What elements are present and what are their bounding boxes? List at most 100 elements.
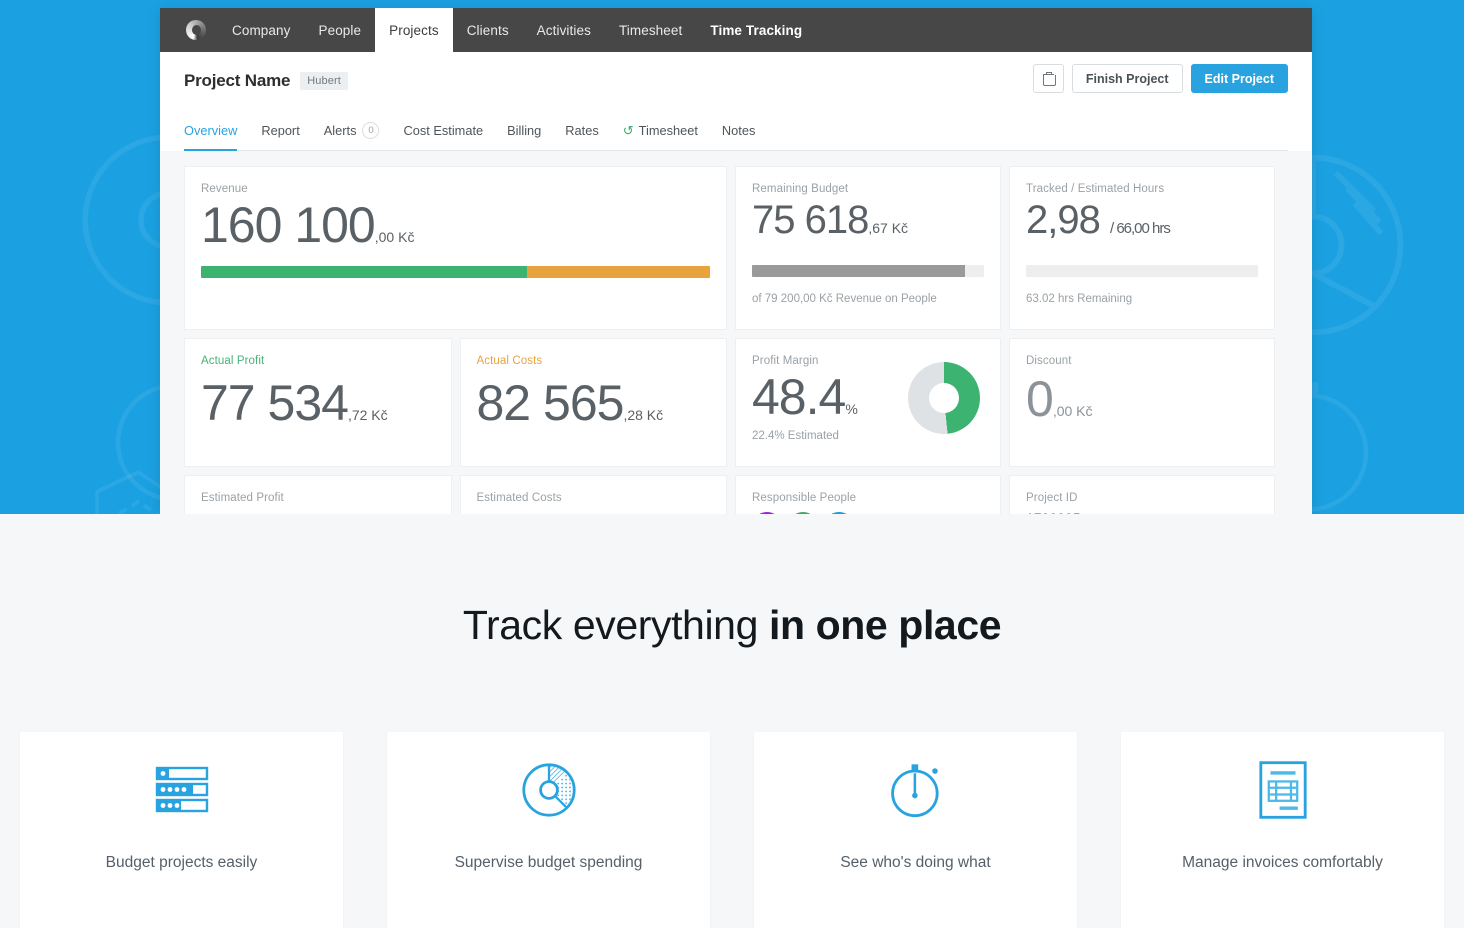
feature-label: Supervise budget spending bbox=[454, 854, 643, 871]
company-logo-icon bbox=[186, 20, 206, 40]
nav-item-clients[interactable]: Clients bbox=[453, 8, 523, 52]
card-remaining-budget: Remaining Budget 75 618,67 Kč of 79 200,… bbox=[735, 166, 1001, 330]
top-navigation: Company People Projects Clients Activiti… bbox=[160, 8, 1312, 52]
hours-progress-bar bbox=[1026, 265, 1258, 277]
card-responsible-people-label: Responsible People bbox=[752, 492, 857, 504]
discount-amount: 0 bbox=[1026, 371, 1054, 427]
feature-label: Manage invoices comfortably bbox=[1182, 854, 1383, 871]
card-remaining-budget-label: Remaining Budget bbox=[752, 183, 849, 195]
nav-item-company[interactable]: Company bbox=[218, 8, 304, 52]
nav-item-timesheet[interactable]: Timesheet bbox=[605, 8, 696, 52]
actual-costs-amount: 82 565 bbox=[476, 375, 625, 431]
revenue-bar-orange bbox=[526, 265, 710, 278]
project-tabs: Overview Report Alerts 0 Cost Estimate B… bbox=[184, 110, 1288, 151]
tab-alerts-label: Alerts bbox=[323, 122, 357, 138]
feature-card-who[interactable]: See who's doing what bbox=[754, 732, 1077, 929]
feature-card-invoices[interactable]: Manage invoices comfortably bbox=[1121, 732, 1444, 929]
tab-report-label: Report bbox=[261, 122, 300, 138]
project-title-row: Project Name Hubert Finish Project Edit … bbox=[184, 52, 1288, 110]
tab-notes[interactable]: Notes bbox=[710, 110, 767, 150]
card-estimated-profit: Estimated Profit 35 900,00 Kč bbox=[184, 475, 452, 514]
card-estimated-costs: Estimated Costs 124 200,00 Kč bbox=[459, 475, 727, 514]
section-heading-bold: in one place bbox=[768, 602, 1002, 648]
hours-estimated: / 66,00 hrs bbox=[1109, 220, 1171, 237]
hours-tracked: 2,98 bbox=[1026, 198, 1101, 242]
trash-icon bbox=[1042, 72, 1056, 86]
section-heading-light: Track everything bbox=[462, 602, 769, 648]
tab-report[interactable]: Report bbox=[249, 110, 311, 150]
card-remaining-budget-value: 75 618,67 Kč bbox=[752, 199, 984, 241]
discount-decimals: ,00 Kč bbox=[1052, 403, 1093, 419]
project-header: Project Name Hubert Finish Project Edit … bbox=[160, 52, 1312, 151]
actual-costs-decimals: ,28 Kč bbox=[623, 407, 664, 423]
feature-card-budget[interactable]: Budget projects easily bbox=[20, 732, 343, 929]
tab-billing[interactable]: Billing bbox=[495, 110, 553, 150]
hero-section: Company People Projects Clients Activiti… bbox=[0, 0, 1464, 514]
card-estimated-costs-label: Estimated Costs bbox=[476, 492, 562, 504]
revenue-amount: 160 100 bbox=[201, 197, 376, 253]
nav-item-activities[interactable]: Activities bbox=[523, 8, 605, 52]
budget-decimals: ,67 Kč bbox=[868, 220, 909, 236]
brand-logo-wrap[interactable] bbox=[160, 8, 218, 52]
card-tracked-hours-value: 2,98 / 66,00 hrs bbox=[1026, 199, 1258, 241]
card-actual-profit: Actual Profit 77 534,72 Kč bbox=[184, 338, 452, 467]
profit-margin-text: Profit Margin 48.4% 22.4% Estimated bbox=[752, 355, 858, 442]
app-window: Company People Projects Clients Activiti… bbox=[160, 8, 1312, 514]
revenue-bar-green bbox=[201, 265, 527, 278]
tab-rates-label: Rates bbox=[565, 122, 599, 138]
revenue-progress-bar bbox=[201, 265, 710, 278]
board-row-3: Estimated Profit 35 900,00 Kč Estimated … bbox=[184, 475, 1288, 514]
card-project-id: Project ID 1700005 bbox=[1009, 475, 1275, 514]
feature-label: Budget projects easily bbox=[105, 854, 258, 871]
tab-timesheet[interactable]: ↺ Timesheet bbox=[611, 110, 710, 150]
card-profit-margin: Profit Margin 48.4% 22.4% Estimated bbox=[735, 338, 1001, 467]
card-actual-costs-label: Actual Costs bbox=[476, 355, 543, 367]
budget-progress-bar bbox=[752, 265, 984, 277]
feature-card-spending[interactable]: Supervise budget spending bbox=[387, 732, 710, 929]
edit-project-button[interactable]: Edit Project bbox=[1190, 64, 1288, 93]
budget-bars-icon bbox=[155, 740, 209, 840]
nav-item-time-tracking[interactable]: Time Tracking bbox=[696, 8, 816, 52]
card-profit-margin-value: 48.4% bbox=[752, 371, 858, 424]
tab-overview[interactable]: Overview bbox=[184, 110, 249, 151]
card-discount-label: Discount bbox=[1026, 355, 1072, 367]
nav-item-people[interactable]: People bbox=[304, 8, 375, 52]
feature-card-list: Budget projects easily Supervise budget … bbox=[0, 732, 1464, 929]
delete-project-button[interactable] bbox=[1032, 64, 1064, 93]
tab-alerts[interactable]: Alerts 0 bbox=[312, 110, 392, 150]
actual-profit-decimals: ,72 Kč bbox=[347, 407, 388, 423]
profit-margin-unit: % bbox=[845, 401, 858, 417]
card-actual-profit-value: 77 534,72 Kč bbox=[201, 377, 435, 430]
tab-cost-estimate[interactable]: Cost Estimate bbox=[391, 110, 495, 150]
history-icon: ↺ bbox=[622, 122, 634, 138]
tab-notes-label: Notes bbox=[721, 122, 756, 138]
profit-margin-donut-chart bbox=[908, 362, 980, 435]
board-row-2: Actual Profit 77 534,72 Kč Actual Costs … bbox=[184, 338, 1288, 467]
project-owner-badge: Hubert bbox=[300, 72, 348, 90]
tab-overview-label: Overview bbox=[184, 122, 238, 138]
alerts-count-badge: 0 bbox=[362, 121, 380, 139]
card-responsible-people: Responsible People MP KS JS bbox=[735, 475, 1001, 514]
card-revenue-label: Revenue bbox=[201, 183, 248, 195]
profit-margin-wrap: Profit Margin 48.4% 22.4% Estimated bbox=[752, 355, 984, 442]
page-title: Project Name bbox=[184, 71, 291, 90]
card-revenue-value: 160 100,00 Kč bbox=[201, 199, 710, 252]
profit-margin-note: 22.4% Estimated bbox=[752, 429, 839, 442]
card-estimated-profit-label: Estimated Profit bbox=[201, 492, 284, 504]
card-tracked-hours: Tracked / Estimated Hours 2,98 / 66,00 h… bbox=[1009, 166, 1275, 330]
finish-project-button[interactable]: Finish Project bbox=[1071, 64, 1183, 93]
card-profit-margin-label: Profit Margin bbox=[752, 355, 819, 367]
nav-item-projects[interactable]: Projects bbox=[375, 8, 453, 52]
card-actual-costs-value: 82 565,28 Kč bbox=[477, 377, 711, 430]
card-project-id-label: Project ID bbox=[1026, 492, 1078, 504]
tab-rates[interactable]: Rates bbox=[553, 110, 610, 150]
feature-label: See who's doing what bbox=[840, 854, 991, 871]
features-section: Track everything in one place Budget pro… bbox=[0, 514, 1464, 929]
actual-profit-amount: 77 534 bbox=[201, 375, 349, 431]
card-actual-profit-label: Actual Profit bbox=[201, 355, 265, 367]
card-tracked-hours-label: Tracked / Estimated Hours bbox=[1026, 183, 1165, 195]
tab-cost-estimate-label: Cost Estimate bbox=[403, 122, 484, 138]
tab-billing-label: Billing bbox=[507, 122, 542, 138]
card-revenue: Revenue 160 100,00 Kč bbox=[184, 166, 727, 330]
stopwatch-icon bbox=[888, 740, 944, 840]
